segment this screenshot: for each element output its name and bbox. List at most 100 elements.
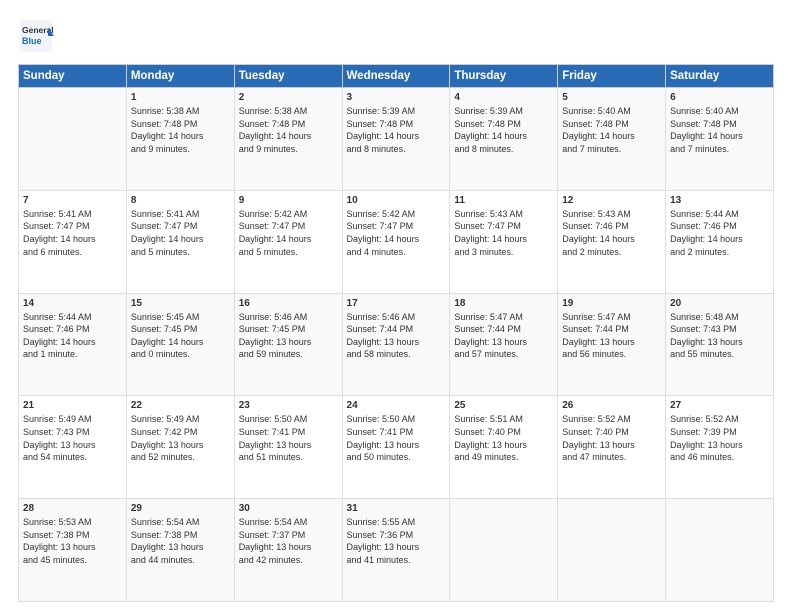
day-info: Sunrise: 5:42 AM Sunset: 7:47 PM Dayligh…: [239, 208, 338, 258]
day-info: Sunrise: 5:53 AM Sunset: 7:38 PM Dayligh…: [23, 516, 122, 566]
day-number: 29: [131, 503, 230, 514]
day-info: Sunrise: 5:49 AM Sunset: 7:43 PM Dayligh…: [23, 413, 122, 463]
day-info: Sunrise: 5:46 AM Sunset: 7:44 PM Dayligh…: [347, 311, 446, 361]
day-number: 9: [239, 195, 338, 206]
day-number: 14: [23, 298, 122, 309]
day-number: 5: [562, 92, 661, 103]
week-row-1: 1 Sunrise: 5:38 AM Sunset: 7:48 PM Daylig…: [19, 88, 774, 191]
day-cell: 13 Sunrise: 5:44 AM Sunset: 7:46 PM Dayli…: [666, 190, 774, 293]
day-number: 26: [562, 400, 661, 411]
logo: General Blue: [18, 18, 54, 54]
day-info: Sunrise: 5:54 AM Sunset: 7:38 PM Dayligh…: [131, 516, 230, 566]
day-info: Sunrise: 5:50 AM Sunset: 7:41 PM Dayligh…: [347, 413, 446, 463]
col-header-thursday: Thursday: [450, 65, 558, 88]
day-cell: 28 Sunrise: 5:53 AM Sunset: 7:38 PM Dayli…: [19, 499, 127, 602]
day-number: 24: [347, 400, 446, 411]
day-number: 28: [23, 503, 122, 514]
day-cell: 12Sunrise: 5:43 AM Sunset: 7:46 PM Dayli…: [558, 190, 666, 293]
day-cell: 31Sunrise: 5:55 AM Sunset: 7:36 PM Dayli…: [342, 499, 450, 602]
week-row-3: 14Sunrise: 5:44 AM Sunset: 7:46 PM Dayli…: [19, 293, 774, 396]
day-number: 13: [670, 195, 769, 206]
day-info: Sunrise: 5:50 AM Sunset: 7:41 PM Dayligh…: [239, 413, 338, 463]
day-number: 19: [562, 298, 661, 309]
day-cell: 5 Sunrise: 5:40 AM Sunset: 7:48 PM Daylig…: [558, 88, 666, 191]
day-cell: 7 Sunrise: 5:41 AM Sunset: 7:47 PM Daylig…: [19, 190, 127, 293]
day-cell: 2Sunrise: 5:38 AM Sunset: 7:48 PM Daylig…: [234, 88, 342, 191]
day-cell: 23 Sunrise: 5:50 AM Sunset: 7:41 PM Dayli…: [234, 396, 342, 499]
day-cell: 11Sunrise: 5:43 AM Sunset: 7:47 PM Dayli…: [450, 190, 558, 293]
day-info: Sunrise: 5:42 AM Sunset: 7:47 PM Dayligh…: [347, 208, 446, 258]
day-info: Sunrise: 5:46 AM Sunset: 7:45 PM Dayligh…: [239, 311, 338, 361]
day-info: Sunrise: 5:39 AM Sunset: 7:48 PM Dayligh…: [347, 105, 446, 155]
calendar-table: SundayMondayTuesdayWednesdayThursdayFrid…: [18, 64, 774, 602]
day-number: 8: [131, 195, 230, 206]
day-cell: 18 Sunrise: 5:47 AM Sunset: 7:44 PM Dayli…: [450, 293, 558, 396]
logo-svg: General Blue: [18, 18, 54, 54]
day-number: 1: [131, 92, 230, 103]
day-cell: 21 Sunrise: 5:49 AM Sunset: 7:43 PM Dayli…: [19, 396, 127, 499]
day-info: Sunrise: 5:38 AM Sunset: 7:48 PM Dayligh…: [131, 105, 230, 155]
day-cell: 20 Sunrise: 5:48 AM Sunset: 7:43 PM Dayli…: [666, 293, 774, 396]
col-header-saturday: Saturday: [666, 65, 774, 88]
day-cell: 26 Sunrise: 5:52 AM Sunset: 7:40 PM Dayli…: [558, 396, 666, 499]
col-header-friday: Friday: [558, 65, 666, 88]
day-number: 20: [670, 298, 769, 309]
day-info: Sunrise: 5:48 AM Sunset: 7:43 PM Dayligh…: [670, 311, 769, 361]
day-number: 25: [454, 400, 553, 411]
day-cell: 3 Sunrise: 5:39 AM Sunset: 7:48 PM Daylig…: [342, 88, 450, 191]
day-cell: 14Sunrise: 5:44 AM Sunset: 7:46 PM Dayli…: [19, 293, 127, 396]
day-cell: [19, 88, 127, 191]
header-row: SundayMondayTuesdayWednesdayThursdayFrid…: [19, 65, 774, 88]
day-cell: 9 Sunrise: 5:42 AM Sunset: 7:47 PM Daylig…: [234, 190, 342, 293]
calendar-page: General Blue SundayMondayTuesdayWednesda…: [0, 0, 792, 612]
day-number: 16: [239, 298, 338, 309]
day-info: Sunrise: 5:52 AM Sunset: 7:39 PM Dayligh…: [670, 413, 769, 463]
day-number: 15: [131, 298, 230, 309]
day-cell: 10 Sunrise: 5:42 AM Sunset: 7:47 PM Dayli…: [342, 190, 450, 293]
day-number: 30: [239, 503, 338, 514]
day-cell: [450, 499, 558, 602]
day-cell: [666, 499, 774, 602]
day-cell: 30Sunrise: 5:54 AM Sunset: 7:37 PM Dayli…: [234, 499, 342, 602]
day-info: Sunrise: 5:40 AM Sunset: 7:48 PM Dayligh…: [562, 105, 661, 155]
day-info: Sunrise: 5:40 AM Sunset: 7:48 PM Dayligh…: [670, 105, 769, 155]
day-number: 6: [670, 92, 769, 103]
col-header-sunday: Sunday: [19, 65, 127, 88]
day-info: Sunrise: 5:52 AM Sunset: 7:40 PM Dayligh…: [562, 413, 661, 463]
day-cell: 6 Sunrise: 5:40 AM Sunset: 7:48 PM Daylig…: [666, 88, 774, 191]
day-info: Sunrise: 5:49 AM Sunset: 7:42 PM Dayligh…: [131, 413, 230, 463]
day-cell: [558, 499, 666, 602]
header: General Blue: [18, 18, 774, 54]
day-number: 12: [562, 195, 661, 206]
day-number: 22: [131, 400, 230, 411]
day-cell: 27 Sunrise: 5:52 AM Sunset: 7:39 PM Dayli…: [666, 396, 774, 499]
day-cell: 4 Sunrise: 5:39 AM Sunset: 7:48 PM Daylig…: [450, 88, 558, 191]
day-cell: 24 Sunrise: 5:50 AM Sunset: 7:41 PM Dayli…: [342, 396, 450, 499]
day-info: Sunrise: 5:39 AM Sunset: 7:48 PM Dayligh…: [454, 105, 553, 155]
day-cell: 15Sunrise: 5:45 AM Sunset: 7:45 PM Dayli…: [126, 293, 234, 396]
day-number: 10: [347, 195, 446, 206]
day-info: Sunrise: 5:43 AM Sunset: 7:47 PM Dayligh…: [454, 208, 553, 258]
col-header-tuesday: Tuesday: [234, 65, 342, 88]
day-number: 7: [23, 195, 122, 206]
day-number: 3: [347, 92, 446, 103]
day-number: 21: [23, 400, 122, 411]
day-cell: 29 Sunrise: 5:54 AM Sunset: 7:38 PM Dayli…: [126, 499, 234, 602]
day-number: 31: [347, 503, 446, 514]
week-row-4: 21 Sunrise: 5:49 AM Sunset: 7:43 PM Dayli…: [19, 396, 774, 499]
day-number: 27: [670, 400, 769, 411]
day-number: 23: [239, 400, 338, 411]
day-cell: 17Sunrise: 5:46 AM Sunset: 7:44 PM Dayli…: [342, 293, 450, 396]
col-header-wednesday: Wednesday: [342, 65, 450, 88]
day-number: 4: [454, 92, 553, 103]
day-info: Sunrise: 5:44 AM Sunset: 7:46 PM Dayligh…: [670, 208, 769, 258]
day-cell: 19Sunrise: 5:47 AM Sunset: 7:44 PM Dayli…: [558, 293, 666, 396]
day-number: 18: [454, 298, 553, 309]
col-header-monday: Monday: [126, 65, 234, 88]
week-row-2: 7 Sunrise: 5:41 AM Sunset: 7:47 PM Daylig…: [19, 190, 774, 293]
day-info: Sunrise: 5:41 AM Sunset: 7:47 PM Dayligh…: [23, 208, 122, 258]
day-cell: 16 Sunrise: 5:46 AM Sunset: 7:45 PM Dayli…: [234, 293, 342, 396]
day-info: Sunrise: 5:47 AM Sunset: 7:44 PM Dayligh…: [454, 311, 553, 361]
svg-text:Blue: Blue: [22, 36, 42, 46]
day-cell: 8Sunrise: 5:41 AM Sunset: 7:47 PM Daylig…: [126, 190, 234, 293]
